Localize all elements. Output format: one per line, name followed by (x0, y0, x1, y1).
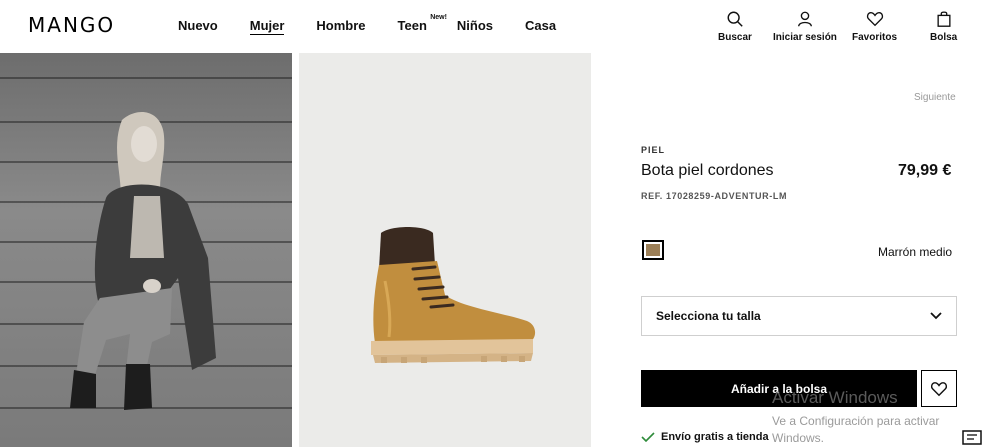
search-icon (727, 11, 743, 27)
nav-item-nuevo[interactable]: Nuevo (178, 18, 218, 35)
nav-item-hombre[interactable]: Hombre (316, 18, 365, 35)
nav-item-teen[interactable]: Teen New! (397, 14, 447, 35)
search-label: Buscar (718, 32, 752, 43)
product-title: Bota piel cordones (641, 162, 774, 179)
login-action[interactable]: Iniciar sesión (773, 10, 837, 43)
color-swatch[interactable] (642, 240, 664, 260)
login-label: Iniciar sesión (773, 32, 837, 43)
nav-item-mujer[interactable]: Mujer (249, 18, 285, 35)
site-header: MANGO Nuevo Mujer Hombre Teen New! Niños … (0, 0, 1001, 53)
search-action[interactable]: Buscar (718, 10, 752, 43)
color-swatch-fill (646, 244, 660, 256)
bag-label: Bolsa (930, 32, 958, 43)
favorites-action[interactable]: Favoritos (852, 10, 897, 43)
windows-watermark-subtitle: Ve a Configuración para activar Windows. (772, 414, 940, 445)
bag-icon (937, 11, 951, 27)
product-price: 79,99 € (898, 162, 952, 179)
model-figure (70, 112, 216, 410)
shipping-info: Envío gratis a tienda (641, 431, 769, 443)
color-name: Marrón medio (878, 245, 953, 259)
product-category: PIEL (641, 145, 666, 155)
nav-item-teen-label: Teen (397, 18, 427, 33)
favorites-label: Favoritos (852, 32, 898, 43)
product-reference: REF. 17028259-ADVENTUR-LM (641, 191, 788, 201)
new-badge: New! (430, 14, 447, 21)
windows-watermark-title: Activar Windows (772, 388, 898, 407)
bag-action[interactable]: Bolsa (930, 10, 957, 43)
model-photo[interactable] (0, 53, 292, 447)
mango-logo[interactable]: MANGO (28, 13, 115, 37)
chat-icon[interactable] (962, 430, 982, 447)
boot-image (371, 227, 536, 363)
next-product-link[interactable]: Siguiente (914, 92, 956, 103)
check-icon (641, 432, 655, 442)
product-photo[interactable] (299, 53, 591, 447)
nav-item-ninos[interactable]: Niños (457, 18, 493, 35)
shipping-label: Envío gratis a tienda (661, 431, 769, 443)
size-placeholder: Selecciona tu talla (656, 309, 761, 323)
main-nav: Nuevo Mujer Hombre Teen New! Niños Casa (178, 14, 588, 35)
nav-item-casa[interactable]: Casa (525, 18, 556, 35)
chevron-down-icon (930, 312, 942, 320)
heart-icon (866, 12, 883, 27)
user-icon (797, 11, 812, 27)
size-dropdown[interactable]: Selecciona tu talla (641, 296, 957, 336)
add-to-favorites-button[interactable] (921, 370, 957, 407)
heart-icon (930, 381, 948, 396)
